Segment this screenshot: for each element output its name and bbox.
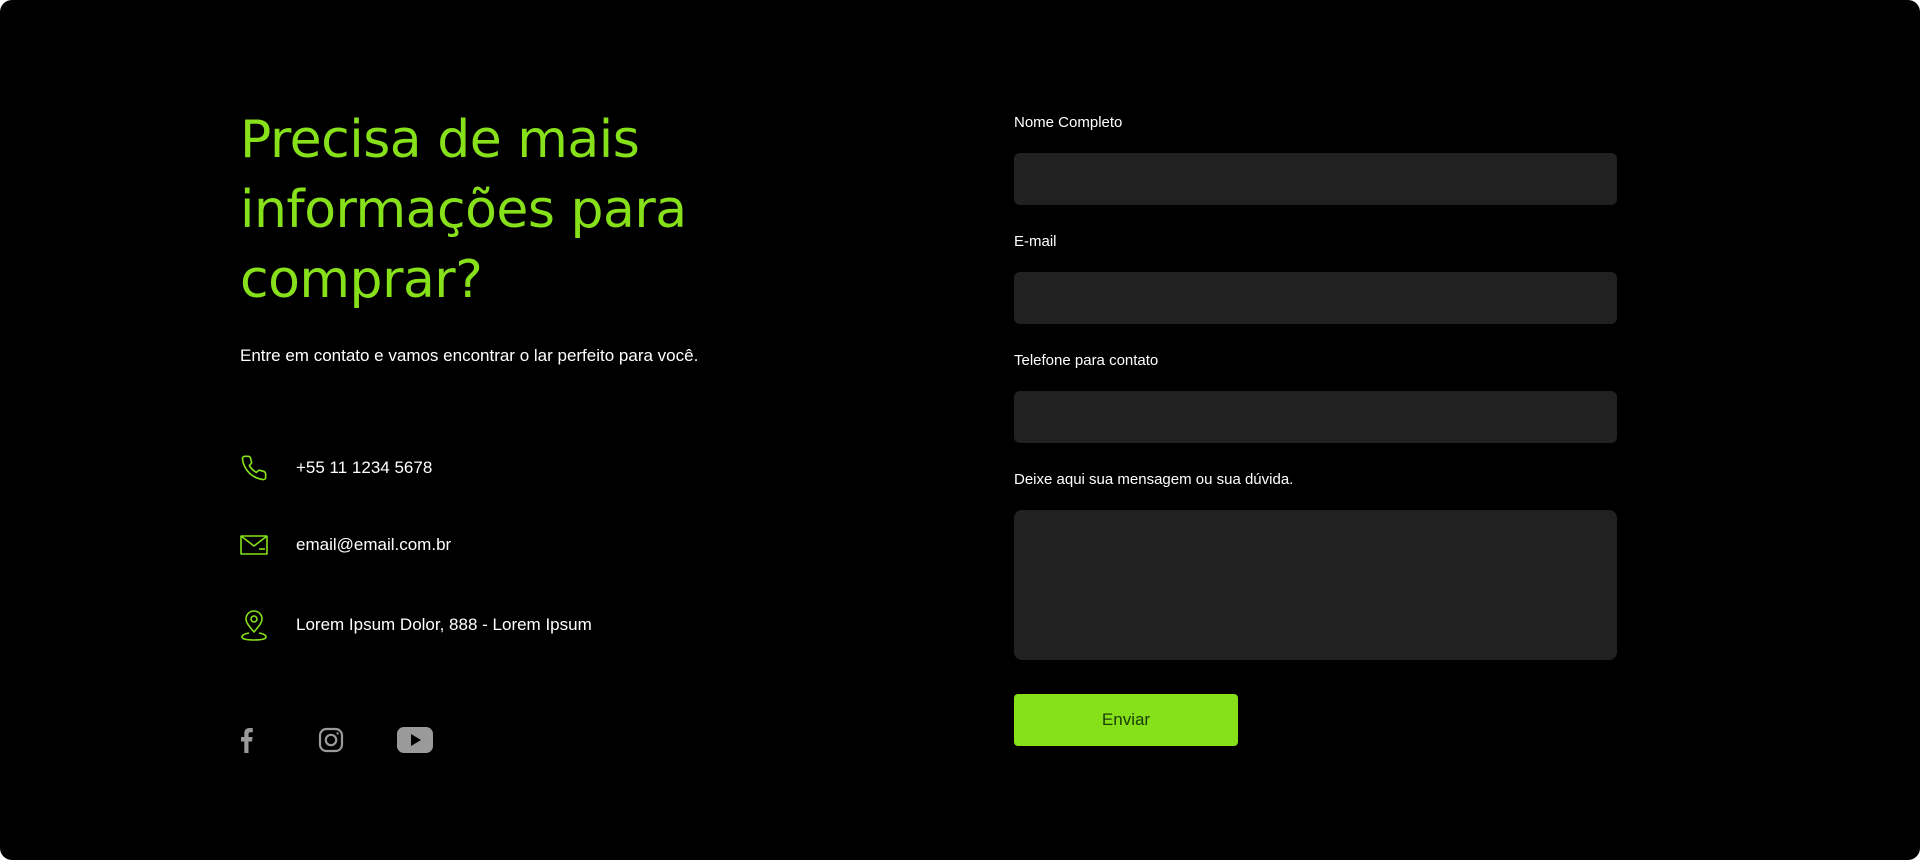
hero-block: Precisa de mais informações para comprar…: [240, 105, 800, 315]
location-pin-icon: [240, 609, 270, 641]
phone-field[interactable]: [1014, 391, 1617, 443]
submit-button[interactable]: Enviar: [1014, 694, 1238, 746]
contact-address-text: Lorem Ipsum Dolor, 888 - Lorem Ipsum: [296, 615, 592, 634]
message-field[interactable]: [1014, 510, 1617, 660]
social-links: [236, 725, 434, 755]
name-field[interactable]: [1014, 153, 1617, 205]
instagram-icon[interactable]: [316, 725, 346, 755]
mail-icon: [240, 529, 270, 561]
contact-email[interactable]: email@email.com.br: [240, 529, 451, 561]
page-title: Precisa de mais informações para comprar…: [240, 110, 687, 310]
contact-section: Precisa de mais informações para comprar…: [0, 0, 1920, 860]
phone-label: Telefone para contato: [1014, 352, 1159, 369]
phone-icon: [240, 452, 270, 484]
contact-phone-text: +55 11 1234 5678: [296, 458, 433, 477]
contact-phone[interactable]: +55 11 1234 5678: [240, 452, 432, 484]
message-label: Deixe aqui sua mensagem ou sua dúvida.: [1014, 471, 1294, 488]
youtube-icon[interactable]: [396, 725, 434, 755]
facebook-icon[interactable]: [236, 725, 256, 755]
email-field[interactable]: [1014, 272, 1617, 324]
hero-subtitle: Entre em contato e vamos encontrar o lar…: [240, 346, 699, 365]
name-label: Nome Completo: [1014, 114, 1123, 131]
contact-email-text: email@email.com.br: [296, 535, 452, 554]
contact-address[interactable]: Lorem Ipsum Dolor, 888 - Lorem Ipsum: [240, 609, 592, 641]
email-label: E-mail: [1014, 233, 1057, 250]
